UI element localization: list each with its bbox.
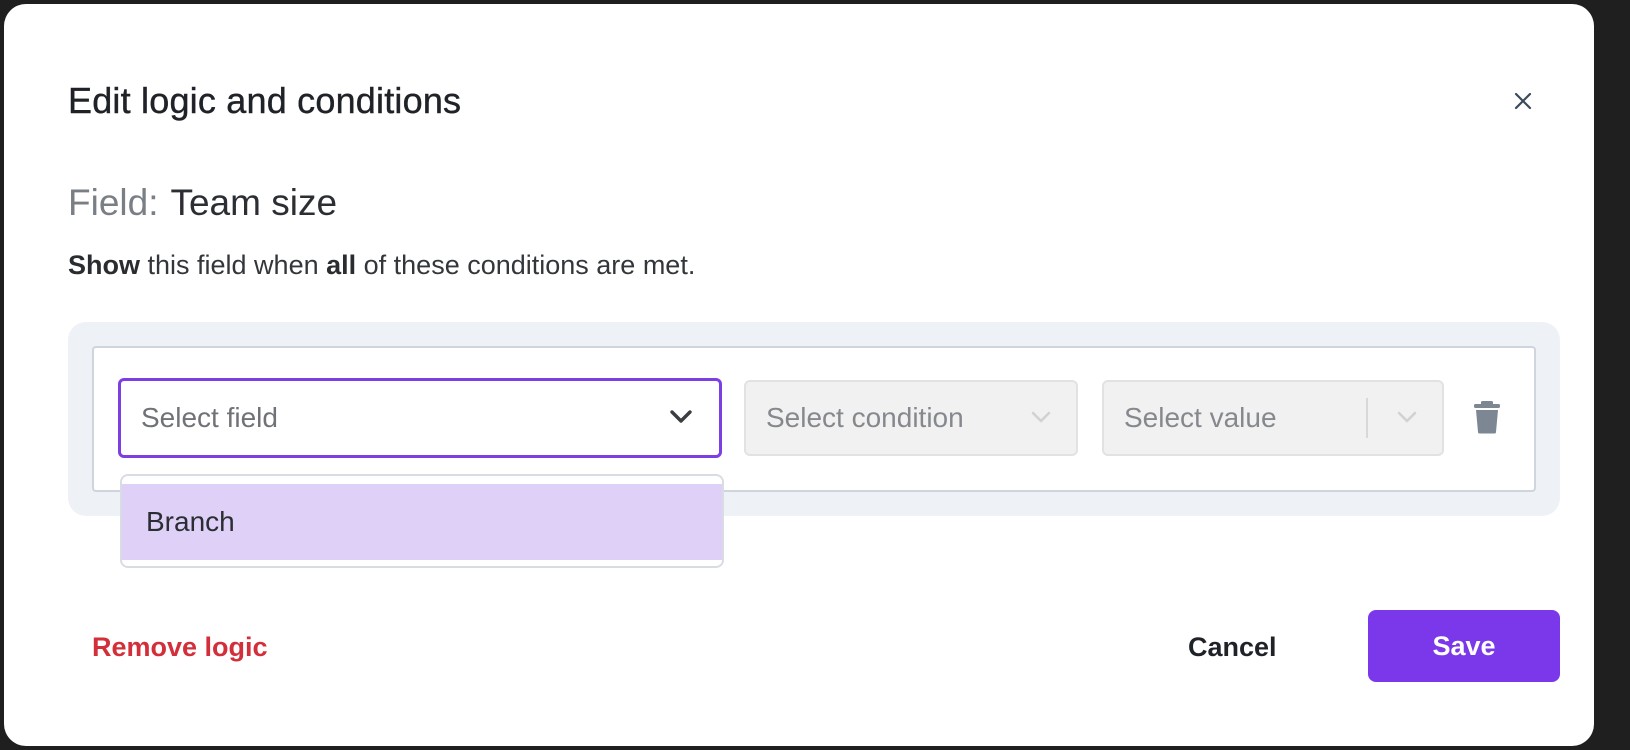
field-dropdown-menu: Branch [120,474,724,568]
desc-end: of these conditions are met. [356,250,696,280]
select-field-dropdown[interactable]: Select field [118,378,722,458]
dropdown-option-branch[interactable]: Branch [122,484,722,560]
condition-description: Show this field when all of these condit… [68,250,695,281]
modal-title: Edit logic and conditions [68,80,462,121]
field-heading: Field: Team size [68,182,337,224]
field-prefix: Field: [68,182,159,223]
field-name: Team size [170,182,338,223]
close-button[interactable] [1508,86,1538,116]
chevron-down-icon [670,410,692,423]
desc-middle: this field when [140,250,327,280]
select-condition-dropdown[interactable]: Select condition [744,380,1078,456]
value-separator [1366,398,1368,438]
desc-all: all [326,250,357,280]
cancel-button[interactable]: Cancel [1188,632,1277,663]
select-value-dropdown[interactable]: Select value [1102,380,1444,456]
chevron-down-icon [1031,411,1051,423]
condition-row: Select field Select condition Select val… [92,346,1536,492]
select-field-placeholder: Select field [141,402,278,433]
select-condition-placeholder: Select condition [766,402,964,433]
chevron-down-icon [1397,411,1417,423]
remove-logic-button[interactable]: Remove logic [92,632,268,663]
close-icon [1514,92,1532,110]
trash-icon[interactable] [1472,400,1502,434]
desc-show: Show [68,250,140,280]
save-button[interactable]: Save [1368,610,1560,682]
edit-logic-modal: Edit logic and conditions Field: Team siz… [4,4,1594,746]
select-value-placeholder: Select value [1124,402,1277,433]
